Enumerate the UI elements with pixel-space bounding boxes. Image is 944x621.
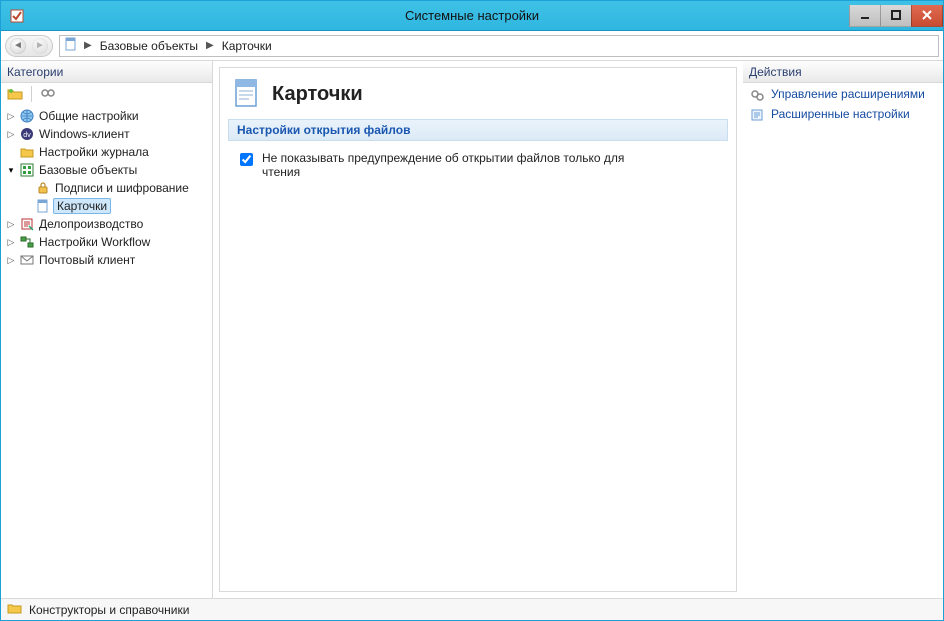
readonly-warning-checkbox[interactable] bbox=[240, 153, 253, 166]
tree-item-label: Общие настройки bbox=[37, 109, 141, 123]
categories-panel: Категории ▷ Общие настройки ▷ dv Windows… bbox=[1, 61, 213, 598]
actions-header: Действия bbox=[743, 61, 943, 83]
close-button[interactable] bbox=[911, 5, 943, 27]
base-icon bbox=[19, 162, 35, 178]
globe-icon bbox=[19, 108, 35, 124]
card-icon bbox=[35, 198, 51, 214]
tree-item-label: Подписи и шифрование bbox=[53, 181, 191, 195]
tree-item-workflow[interactable]: ▷ Настройки Workflow bbox=[1, 233, 212, 251]
action-manage-extensions[interactable]: Управление расширениями bbox=[749, 87, 937, 103]
expand-icon[interactable]: ▷ bbox=[5, 129, 17, 140]
folder-icon bbox=[7, 602, 23, 617]
tree-item-label: Базовые объекты bbox=[37, 163, 139, 177]
expand-icon[interactable]: ▷ bbox=[5, 111, 17, 122]
chevron-right-icon: ▶ bbox=[84, 40, 92, 51]
svg-text:dv: dv bbox=[23, 132, 31, 139]
chevron-right-icon: ▶ bbox=[206, 40, 214, 51]
status-label: Конструкторы и справочники bbox=[29, 603, 189, 617]
tree-item-windows-client[interactable]: ▷ dv Windows-клиент bbox=[1, 125, 212, 143]
doc-mgmt-icon bbox=[19, 216, 35, 232]
expand-icon[interactable]: ▷ bbox=[5, 255, 17, 266]
dv-icon: dv bbox=[19, 126, 35, 142]
maximize-button[interactable] bbox=[880, 5, 912, 27]
content-panel: Карточки Настройки открытия файлов Не по… bbox=[219, 67, 737, 592]
folder-icon[interactable] bbox=[7, 86, 23, 103]
tree-item-general[interactable]: ▷ Общие настройки bbox=[1, 107, 212, 125]
tree-item-label: Делопроизводство bbox=[37, 217, 145, 231]
expand-icon[interactable]: ▷ bbox=[5, 237, 17, 248]
tree-item-label: Карточки bbox=[53, 198, 111, 214]
title-bar: Системные настройки bbox=[1, 1, 943, 31]
tree-item-journal[interactable]: Настройки журнала bbox=[1, 143, 212, 161]
content-title: Карточки bbox=[272, 83, 363, 106]
adv-settings-icon bbox=[749, 107, 765, 123]
status-bar: Конструкторы и справочники bbox=[1, 598, 943, 620]
back-forward-buttons[interactable]: ◄ ► bbox=[5, 35, 53, 57]
mail-icon bbox=[19, 252, 35, 268]
back-button[interactable]: ◄ bbox=[10, 38, 26, 54]
breadcrumb-bar[interactable]: ▶ Базовые объекты ▶ Карточки bbox=[59, 35, 939, 57]
link-icon[interactable] bbox=[40, 87, 56, 102]
actions-list: Управление расширениями Расширенные наст… bbox=[743, 83, 943, 127]
tree-item-base-objects[interactable]: ▾ Базовые объекты bbox=[1, 161, 212, 179]
collapse-icon[interactable]: ▾ bbox=[5, 165, 17, 176]
tree-item-records-mgmt[interactable]: ▷ Делопроизводство bbox=[1, 215, 212, 233]
workflow-icon bbox=[19, 234, 35, 250]
tree-item-label: Почтовый клиент bbox=[37, 253, 137, 267]
app-window: Системные настройки ◄ ► ▶ Базовые объект… bbox=[0, 0, 944, 621]
card-icon bbox=[232, 78, 262, 111]
window-title: Системные настройки bbox=[1, 8, 943, 23]
tree-item-label: Настройки Workflow bbox=[37, 235, 152, 249]
expand-icon[interactable]: ▷ bbox=[5, 219, 17, 230]
section-header: Настройки открытия файлов bbox=[228, 119, 728, 141]
action-advanced-settings[interactable]: Расширенные настройки bbox=[749, 107, 937, 123]
folder-icon bbox=[19, 144, 35, 160]
app-icon bbox=[7, 6, 27, 26]
tree-item-signatures[interactable]: Подписи и шифрование bbox=[1, 179, 212, 197]
action-label: Управление расширениями bbox=[771, 87, 925, 101]
categories-tree: ▷ Общие настройки ▷ dv Windows-клиент На… bbox=[1, 105, 212, 598]
extensions-icon bbox=[749, 87, 765, 103]
tree-item-mail-client[interactable]: ▷ Почтовый клиент bbox=[1, 251, 212, 269]
content-heading: Карточки bbox=[232, 78, 728, 111]
toolbar-separator bbox=[31, 86, 32, 102]
tree-item-cards[interactable]: Карточки bbox=[1, 197, 212, 215]
navigation-bar: ◄ ► ▶ Базовые объекты ▶ Карточки bbox=[1, 31, 943, 61]
categories-toolbar bbox=[1, 83, 212, 105]
lock-icon bbox=[35, 180, 51, 196]
minimize-button[interactable] bbox=[849, 5, 881, 27]
tree-item-label: Windows-клиент bbox=[37, 127, 132, 141]
forward-button[interactable]: ► bbox=[32, 38, 48, 54]
actions-panel: Действия Управление расширениями Расшире… bbox=[743, 61, 943, 598]
tree-item-label: Настройки журнала bbox=[37, 145, 151, 159]
checkbox-label: Не показывать предупреждение об открытии… bbox=[262, 151, 662, 179]
document-icon bbox=[64, 37, 78, 54]
breadcrumb-item[interactable]: Карточки bbox=[220, 39, 274, 53]
breadcrumb-item[interactable]: Базовые объекты bbox=[98, 39, 200, 53]
action-label: Расширенные настройки bbox=[771, 107, 910, 121]
section-body: Не показывать предупреждение об открытии… bbox=[228, 141, 728, 189]
body-area: Категории ▷ Общие настройки ▷ dv Windows… bbox=[1, 61, 943, 598]
categories-header: Категории bbox=[1, 61, 212, 83]
